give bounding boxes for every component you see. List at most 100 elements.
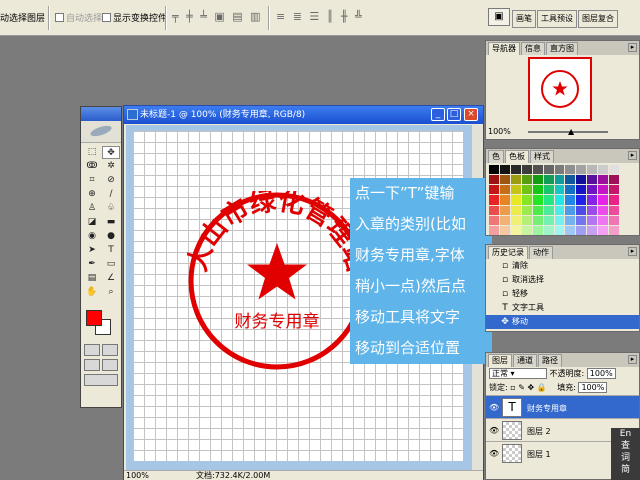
color-swatch[interactable]	[598, 195, 609, 205]
color-swatch[interactable]	[532, 195, 543, 205]
eye-icon[interactable]: 👁	[489, 403, 499, 412]
blur-tool-icon[interactable]: ◉	[83, 230, 101, 243]
magic-wand-tool-icon[interactable]: ✲	[102, 160, 120, 173]
color-swatch[interactable]	[609, 205, 619, 215]
zoom-slider-handle-icon[interactable]: ▲	[568, 127, 574, 136]
tab-navigator[interactable]: 导航器	[488, 42, 520, 55]
marquee-tool-icon[interactable]: ⬚	[83, 146, 101, 159]
blend-mode-select[interactable]: 正常 ▾	[489, 368, 547, 379]
color-swatch[interactable]	[576, 195, 587, 205]
color-swatch[interactable]	[510, 215, 521, 225]
tab-styles[interactable]: 样式	[530, 150, 554, 163]
color-swatch[interactable]	[510, 225, 521, 235]
ime-item[interactable]: En	[611, 428, 640, 440]
color-swatch[interactable]	[609, 195, 619, 205]
show-transform-checkbox[interactable]: 显示变换控件	[102, 11, 167, 24]
color-swatch[interactable]	[576, 165, 587, 175]
color-swatch[interactable]	[521, 175, 532, 185]
gradient-tool-icon[interactable]: ▬	[102, 216, 120, 229]
fill-field[interactable]: 100%	[578, 382, 608, 393]
eye-icon[interactable]: 👁	[489, 426, 499, 435]
color-swatch[interactable]	[598, 225, 609, 235]
notes-tool-icon[interactable]: ▤	[83, 272, 101, 285]
eyedropper-tool-icon[interactable]: ∠	[102, 272, 120, 285]
color-swatch[interactable]	[576, 185, 587, 195]
color-swatch[interactable]	[521, 195, 532, 205]
crop-tool-icon[interactable]: ⌗	[83, 174, 101, 187]
color-swatch[interactable]	[489, 195, 499, 205]
color-swatch[interactable]	[609, 185, 619, 195]
color-swatch[interactable]	[510, 195, 521, 205]
foreground-color-swatch[interactable]	[86, 310, 102, 326]
color-swatch[interactable]	[587, 215, 598, 225]
panel-menu-icon[interactable]: ▸	[628, 355, 637, 364]
move-tool-icon[interactable]: ✥	[102, 146, 120, 159]
distribute-buttons-group[interactable]: ≡ ≣ ☰ ║ ╫ ╩	[276, 10, 364, 23]
color-swatch[interactable]	[565, 185, 576, 195]
color-swatch[interactable]	[521, 165, 532, 175]
color-swatch[interactable]	[489, 175, 499, 185]
color-swatch[interactable]	[499, 195, 510, 205]
tab-layer-comps[interactable]: 图层复合	[578, 10, 618, 28]
photoshop-logo[interactable]	[81, 121, 121, 143]
screen-mode-standard-button[interactable]	[84, 359, 100, 371]
zoom-readout[interactable]: 100%	[126, 471, 149, 480]
color-swatch[interactable]	[521, 225, 532, 235]
minimize-button[interactable]: _	[431, 108, 445, 121]
color-swatch[interactable]	[489, 215, 499, 225]
history-item-selected[interactable]: ✥ 移动	[486, 315, 639, 329]
color-swatch[interactable]	[587, 165, 598, 175]
tab-info[interactable]: 信息	[521, 42, 545, 55]
color-swatch[interactable]	[543, 225, 554, 235]
clone-stamp-icon[interactable]: ♙	[83, 202, 101, 215]
panel-menu-icon[interactable]: ▸	[628, 43, 637, 52]
close-button[interactable]: ×	[464, 108, 478, 121]
tab-brushes[interactable]: 画笔	[512, 10, 536, 28]
color-swatch[interactable]	[543, 205, 554, 215]
toolbox-titlebar[interactable]	[81, 107, 121, 121]
color-swatch[interactable]	[565, 165, 576, 175]
color-swatch[interactable]	[565, 195, 576, 205]
opacity-field[interactable]: 100%	[586, 368, 616, 379]
color-swatch[interactable]	[587, 175, 598, 185]
document-titlebar[interactable]: 未标题-1 @ 100% (财务专用章, RGB/8) _ □ ×	[124, 106, 483, 124]
align-buttons-group[interactable]: ╤ ╪ ╧ ▣ ▤ ▥	[172, 10, 263, 23]
navigator-thumbnail[interactable]	[528, 57, 592, 121]
tab-layers[interactable]: 图层	[488, 354, 512, 367]
healing-brush-icon[interactable]: ⊕	[83, 188, 101, 201]
seal-stamp[interactable]: 大山市绿化管理站 财务专用章	[187, 191, 367, 371]
tab-history[interactable]: 历史记录	[488, 246, 528, 259]
ime-item[interactable]: 简	[611, 464, 640, 476]
navigator-zoom[interactable]: 100%	[488, 127, 511, 136]
tab-swatches[interactable]: 色板	[505, 150, 529, 163]
color-swatch[interactable]	[543, 185, 554, 195]
color-swatch[interactable]	[565, 175, 576, 185]
color-swatch[interactable]	[554, 205, 565, 215]
shape-tool-icon[interactable]: ▭	[102, 258, 120, 271]
color-swatch[interactable]	[532, 165, 543, 175]
tab-paths[interactable]: 路径	[538, 354, 562, 367]
layer-row-text[interactable]: 👁 T 财务专用章	[486, 395, 639, 418]
pen-tool-icon[interactable]: ✒	[83, 258, 101, 271]
color-swatch[interactable]	[499, 175, 510, 185]
color-swatch[interactable]	[532, 215, 543, 225]
color-swatch[interactable]	[510, 165, 521, 175]
tab-tool-presets[interactable]: 工具预设	[537, 10, 577, 28]
color-swatch[interactable]	[532, 225, 543, 235]
standard-mode-button[interactable]	[84, 344, 100, 356]
color-swatch[interactable]	[521, 185, 532, 195]
color-swatch[interactable]	[532, 175, 543, 185]
tab-actions[interactable]: 动作	[529, 246, 553, 259]
color-swatch[interactable]	[532, 185, 543, 195]
color-swatch[interactable]	[565, 205, 576, 215]
slice-tool-icon[interactable]: ⊘	[102, 174, 120, 187]
color-swatch[interactable]	[576, 225, 587, 235]
color-swatch[interactable]	[554, 215, 565, 225]
tab-channels[interactable]: 通道	[513, 354, 537, 367]
color-swatch[interactable]	[489, 185, 499, 195]
tab-color[interactable]: 色	[488, 150, 504, 163]
color-swatch[interactable]	[554, 195, 565, 205]
history-item[interactable]: ▫ 轻移	[486, 287, 639, 301]
color-swatch[interactable]	[576, 175, 587, 185]
color-swatch[interactable]	[521, 215, 532, 225]
